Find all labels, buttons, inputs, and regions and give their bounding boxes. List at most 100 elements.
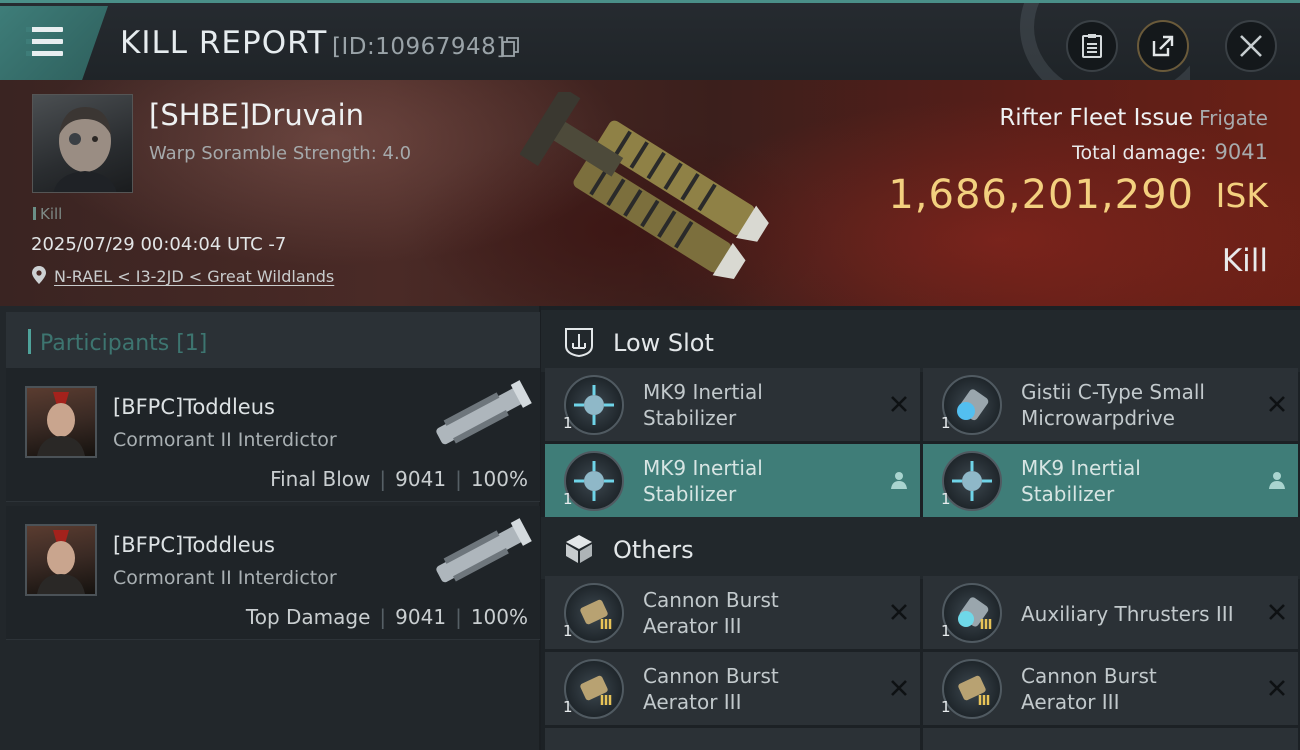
close-icon xyxy=(1240,35,1262,57)
module-slot-partial[interactable] xyxy=(923,728,1298,750)
victim-ship-name[interactable]: Rifter Fleet Issue Frigate xyxy=(999,105,1268,131)
participant-name[interactable]: [BFPC]Toddleus xyxy=(113,395,275,419)
microwarpdrive-icon xyxy=(942,375,1002,435)
module-name: Cannon Burst Aerator III xyxy=(643,664,779,714)
module-name: Cannon Burst Aerator III xyxy=(1021,664,1157,714)
module-slot[interactable]: 1 Auxiliary Thrusters III xyxy=(923,576,1298,649)
kill-id: [ID:10967948] xyxy=(332,34,506,60)
victim-ship-image[interactable] xyxy=(520,92,790,292)
dropped-person-icon xyxy=(1269,472,1285,489)
menu-button[interactable] xyxy=(0,6,108,80)
participant-ship: Cormorant II Interdictor xyxy=(113,567,337,589)
page-title: KILL REPORT xyxy=(120,25,328,61)
module-slot[interactable]: 1 Cannon Burst Aerator III xyxy=(545,576,920,649)
top-bar: KILL REPORT [ID:10967948] xyxy=(0,0,1300,83)
participant-name[interactable]: [BFPC]Toddleus xyxy=(113,533,275,557)
participant-damage: 9041 xyxy=(395,467,447,491)
destroyed-icon xyxy=(1269,396,1285,412)
participant-role: Top Damage xyxy=(245,605,371,629)
module-quantity: 1 xyxy=(563,490,573,508)
module-name: Auxiliary Thrusters III xyxy=(1021,602,1234,626)
victim-pilot-name[interactable]: [SHBE]Druvain xyxy=(149,98,364,132)
module-slot[interactable]: 1 Cannon Burst Aerator III xyxy=(545,652,920,725)
module-slot[interactable]: 1 MK9 Inertial Stabilizer xyxy=(923,444,1298,517)
location-pin-icon xyxy=(32,266,46,284)
module-slot[interactable]: 1 Gistii C-Type Small Microwarpdrive xyxy=(923,368,1298,441)
module-quantity: 1 xyxy=(941,490,951,508)
participant-avatar[interactable] xyxy=(25,524,97,596)
copy-icon[interactable] xyxy=(502,37,520,57)
participants-header[interactable]: Participants [1] xyxy=(6,312,540,370)
isk-unit: ISK xyxy=(1215,176,1268,215)
participant-card[interactable]: [BFPC]Toddleus Cormorant II Interdictor … xyxy=(6,506,540,640)
module-slot[interactable]: 1 MK9 Inertial Stabilizer xyxy=(545,444,920,517)
participant-portrait-image xyxy=(37,530,85,594)
module-name: MK9 Inertial Stabilizer xyxy=(643,380,763,430)
module-slot-partial[interactable] xyxy=(545,728,920,750)
low-slot-header: Low Slot xyxy=(541,310,1300,372)
module-quantity: 1 xyxy=(941,622,951,640)
module-slot[interactable]: 1 MK9 Inertial Stabilizer xyxy=(545,368,920,441)
fitting-panel: Low Slot 1 MK9 Inertial Stabilizer 1 Gist… xyxy=(541,306,1300,750)
share-icon xyxy=(1152,35,1174,57)
close-button[interactable] xyxy=(1225,20,1277,72)
others-title: Others xyxy=(613,536,694,564)
participant-ship-image xyxy=(436,518,532,583)
total-damage: Total damage: 9041 xyxy=(1072,140,1268,164)
result-label: Kill xyxy=(1221,243,1268,279)
module-name: MK9 Inertial Stabilizer xyxy=(1021,456,1141,506)
cannon-burst-aerator-icon xyxy=(564,659,624,719)
share-button[interactable] xyxy=(1137,20,1189,72)
warp-scramble-strength: Warp Soramble Strength: 4.0 xyxy=(149,143,412,164)
participant-percent: 100% xyxy=(470,467,528,491)
total-damage-value: 9041 xyxy=(1214,140,1268,164)
module-name: Cannon Burst Aerator III xyxy=(643,588,779,638)
clipboard-button[interactable] xyxy=(1066,20,1118,72)
participant-role: Final Blow xyxy=(270,467,371,491)
participant-avatar[interactable] xyxy=(25,386,97,458)
low-slot-icon xyxy=(565,328,593,358)
participant-stats: Top Damage | 9041 | 100% xyxy=(245,605,528,629)
module-slot[interactable]: 1 Cannon Burst Aerator III xyxy=(923,652,1298,725)
module-quantity: 1 xyxy=(563,414,573,432)
participants-panel: Participants [1] [BFPC]Toddleus Cormoran… xyxy=(0,306,540,750)
destroyed-icon xyxy=(1269,680,1285,696)
participant-damage: 9041 xyxy=(395,605,447,629)
hamburger-icon xyxy=(26,27,63,57)
ship-type: Rifter Fleet Issue xyxy=(999,105,1194,131)
kill-tag: Kill xyxy=(33,205,62,223)
total-damage-label: Total damage: xyxy=(1072,142,1207,164)
destroyed-icon xyxy=(891,396,907,412)
victim-portrait-image xyxy=(53,107,117,192)
inertial-stabilizer-icon xyxy=(564,375,624,435)
isk-value: 1,686,201,290 xyxy=(888,172,1194,218)
victim-avatar[interactable] xyxy=(32,94,133,193)
cube-icon xyxy=(566,535,592,563)
header-accent-bar xyxy=(28,329,31,354)
destroyed-icon xyxy=(891,604,907,620)
cannon-burst-aerator-icon xyxy=(564,583,624,643)
inertial-stabilizer-icon xyxy=(942,451,1002,511)
kill-datetime: 2025/07/29 00:04:04 UTC -7 xyxy=(31,234,287,255)
inertial-stabilizer-icon xyxy=(564,451,624,511)
participant-percent: 100% xyxy=(470,605,528,629)
module-quantity: 1 xyxy=(941,698,951,716)
auxiliary-thrusters-icon xyxy=(942,583,1002,643)
participant-ship: Cormorant II Interdictor xyxy=(113,429,337,451)
others-header: Others xyxy=(541,517,1300,579)
ship-class: Frigate xyxy=(1199,106,1268,130)
dropped-person-icon xyxy=(891,472,907,489)
participant-portrait-image xyxy=(37,392,85,456)
kill-location-link[interactable]: N-RAEL < I3-2JD < Great Wildlands xyxy=(54,267,334,286)
destroyed-icon xyxy=(1269,604,1285,620)
cannon-burst-aerator-icon xyxy=(942,659,1002,719)
module-name: MK9 Inertial Stabilizer xyxy=(643,456,763,506)
module-quantity: 1 xyxy=(563,622,573,640)
participants-title: Participants [1] xyxy=(40,331,208,356)
low-slot-title: Low Slot xyxy=(613,329,714,357)
destroyed-icon xyxy=(891,680,907,696)
participant-card[interactable]: [BFPC]Toddleus Cormorant II Interdictor … xyxy=(6,368,540,502)
module-quantity: 1 xyxy=(563,698,573,716)
module-quantity: 1 xyxy=(941,414,951,432)
clipboard-icon xyxy=(1082,34,1102,58)
